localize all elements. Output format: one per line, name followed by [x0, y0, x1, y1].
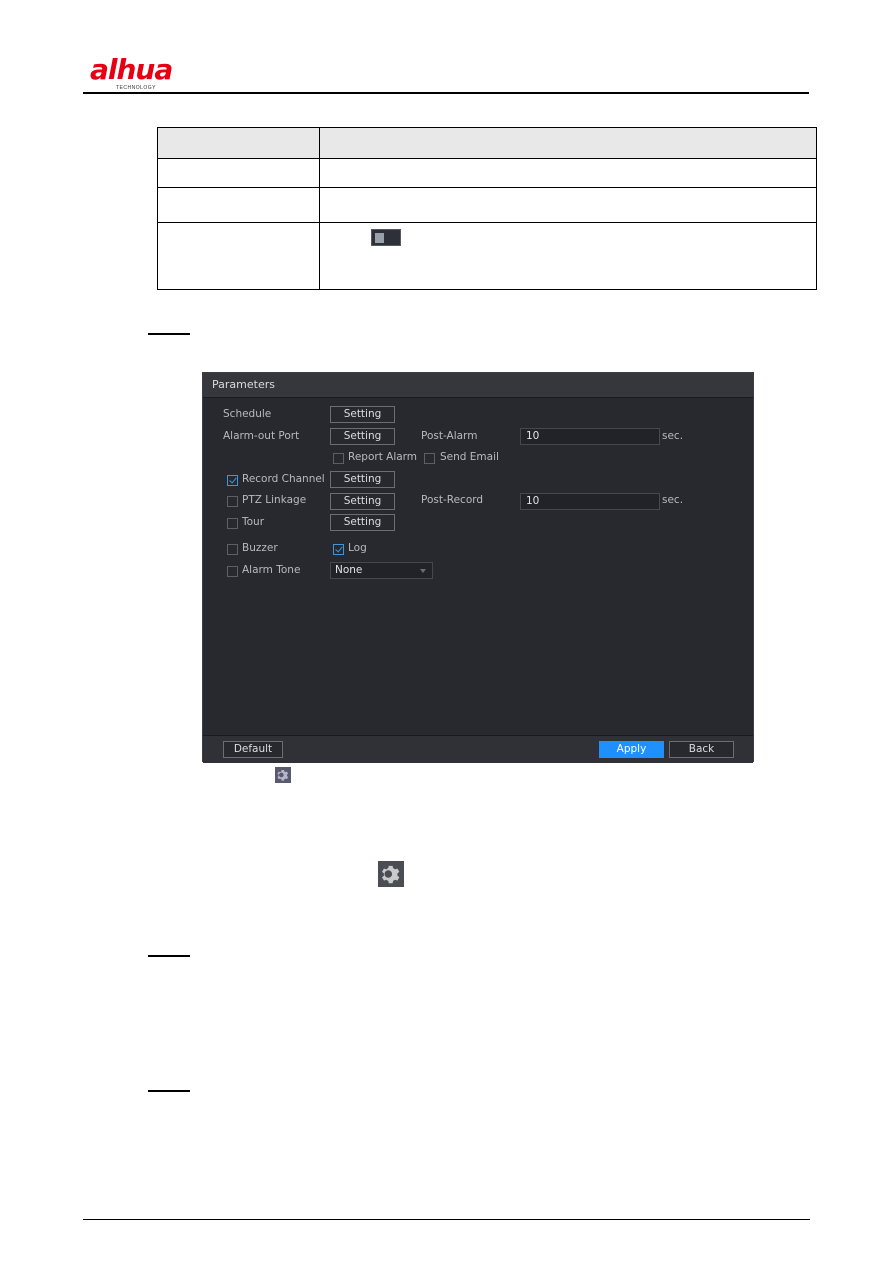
schedule-setting-button[interactable]: Setting — [330, 406, 395, 423]
step-label-underline — [148, 1090, 190, 1092]
ptz-linkage-checkbox[interactable] — [227, 496, 238, 507]
table-row — [157, 222, 817, 290]
alarm-tone-selected-value: None — [335, 564, 363, 576]
alarm-tone-checkbox[interactable] — [227, 566, 238, 577]
header-divider — [83, 92, 809, 94]
table-cell — [319, 222, 817, 290]
gear-icon — [378, 861, 404, 887]
toggle-switch-icon — [371, 229, 401, 246]
alarm-out-port-setting-button[interactable]: Setting — [330, 428, 395, 445]
parameters-dialog: Parameters Schedule Setting Alarm-out Po… — [202, 372, 754, 763]
dialog-footer: Default Apply Back — [203, 735, 753, 763]
dialog-titlebar: Parameters — [203, 373, 753, 398]
post-alarm-unit: sec. — [662, 430, 684, 442]
tour-checkbox[interactable] — [227, 518, 238, 529]
log-checkbox[interactable] — [333, 544, 344, 555]
brand-logo-text: alhua — [90, 53, 173, 86]
table-cell — [319, 158, 817, 188]
back-button[interactable]: Back — [669, 741, 734, 758]
table-cell — [157, 158, 320, 188]
table-cell — [157, 187, 320, 223]
parameter-table — [157, 127, 817, 290]
post-record-label: Post-Record — [421, 494, 484, 506]
send-email-checkbox[interactable] — [424, 453, 435, 464]
table-header-cell — [319, 127, 817, 159]
log-label: Log — [348, 542, 367, 554]
tour-label: Tour — [242, 516, 265, 528]
record-channel-checkbox[interactable] — [227, 475, 238, 486]
send-email-label: Send Email — [440, 451, 499, 463]
table-row — [157, 158, 817, 188]
gear-icon — [275, 767, 291, 783]
table-header-row — [157, 127, 817, 159]
record-channel-setting-button[interactable]: Setting — [330, 471, 395, 488]
record-channel-label: Record Channel — [242, 473, 325, 485]
report-alarm-checkbox[interactable] — [333, 453, 344, 464]
toggle-knob — [375, 233, 384, 243]
apply-button[interactable]: Apply — [599, 741, 664, 758]
chevron-down-icon — [420, 569, 426, 573]
table-cell — [319, 187, 817, 223]
buzzer-label: Buzzer — [242, 542, 278, 554]
brand-tagline: TECHNOLOGY — [116, 85, 157, 91]
tour-setting-button[interactable]: Setting — [330, 514, 395, 531]
ptz-linkage-setting-button[interactable]: Setting — [330, 493, 395, 510]
alarm-out-port-label: Alarm-out Port — [223, 430, 300, 442]
report-alarm-label: Report Alarm — [348, 451, 418, 463]
step-label-underline — [148, 955, 190, 957]
brand-logo: alhua TECHNOLOGY — [90, 53, 190, 92]
table-cell — [157, 222, 320, 290]
alarm-tone-label: Alarm Tone — [242, 564, 301, 576]
post-record-unit: sec. — [662, 494, 684, 506]
post-alarm-input[interactable]: 10 — [520, 428, 660, 445]
table-header-cell — [157, 127, 320, 159]
table-row — [157, 187, 817, 223]
post-alarm-label: Post-Alarm — [421, 430, 478, 442]
default-button[interactable]: Default — [223, 741, 283, 758]
step-label-underline — [148, 333, 190, 335]
footer-divider — [83, 1219, 810, 1220]
alarm-tone-select[interactable]: None — [330, 562, 433, 579]
dialog-title: Parameters — [212, 378, 275, 391]
post-record-input[interactable]: 10 — [520, 493, 660, 510]
schedule-label: Schedule — [223, 408, 272, 420]
ptz-linkage-label: PTZ Linkage — [242, 494, 307, 506]
buzzer-checkbox[interactable] — [227, 544, 238, 555]
